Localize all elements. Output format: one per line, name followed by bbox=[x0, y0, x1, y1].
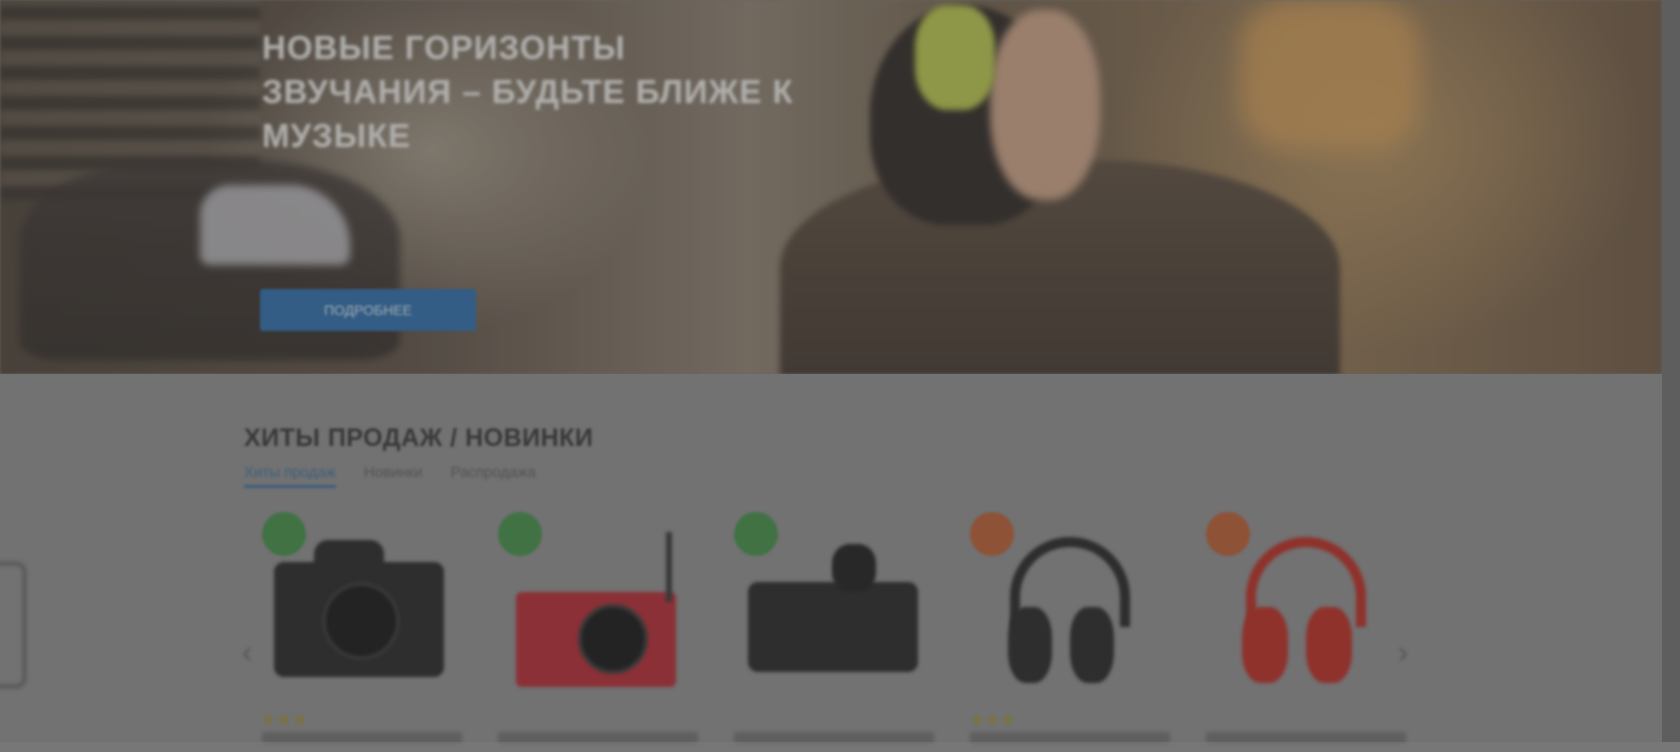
product-badge bbox=[1206, 512, 1250, 556]
product-name bbox=[734, 732, 934, 744]
page-scrollbar[interactable] bbox=[1662, 0, 1680, 742]
product-card[interactable] bbox=[1206, 512, 1416, 752]
hero-more-button[interactable]: ПОДРОБНЕЕ bbox=[260, 289, 476, 331]
product-card[interactable]: ★★★ bbox=[262, 512, 472, 752]
dslr-lens bbox=[322, 582, 400, 660]
product-name bbox=[498, 732, 698, 744]
product-rating: ★★★ bbox=[970, 712, 1017, 729]
chevron-left-icon: ‹ bbox=[242, 636, 252, 669]
dslr-camera-top bbox=[314, 540, 384, 570]
hero-person-face bbox=[990, 10, 1100, 200]
product-badge bbox=[970, 512, 1014, 556]
headphone-cup-right bbox=[1070, 607, 1114, 683]
hero-title: НОВЫЕ ГОРИЗОНТЫ ЗВУЧАНИЯ – БУДЬТЕ БЛИЖЕ … bbox=[262, 29, 794, 154]
product-rating: ★★★ bbox=[262, 712, 309, 729]
mirrorless-lens bbox=[832, 544, 876, 592]
tab-new[interactable]: Новинки bbox=[364, 464, 423, 488]
product-card[interactable] bbox=[498, 512, 708, 752]
products-section: ХИТЫ ПРОДАЖ / НОВИНКИ Хиты продаж Новинк… bbox=[0, 374, 1662, 744]
compact-camera-lens bbox=[578, 604, 648, 674]
product-badge bbox=[262, 512, 306, 556]
product-card[interactable]: ★★★ bbox=[970, 512, 1180, 752]
product-name bbox=[970, 732, 1170, 744]
product-badge bbox=[498, 512, 542, 556]
product-tabs: Хиты продаж Новинки Распродажа bbox=[244, 464, 536, 488]
product-card[interactable] bbox=[734, 512, 944, 752]
headphone-cup-right bbox=[1306, 607, 1352, 683]
side-product-peek bbox=[0, 562, 26, 688]
tab-sale[interactable]: Распродажа bbox=[451, 464, 536, 488]
headphone-cup-left bbox=[1242, 607, 1288, 683]
product-name bbox=[262, 732, 462, 744]
hero-background-lights bbox=[1240, 0, 1420, 150]
product-name bbox=[1206, 732, 1406, 744]
camera-strap bbox=[666, 532, 672, 602]
hero-headphones-image bbox=[915, 5, 995, 110]
mirrorless-camera-image bbox=[748, 582, 918, 672]
tab-bestsellers[interactable]: Хиты продаж bbox=[244, 464, 336, 488]
section-title: ХИТЫ ПРОДАЖ / НОВИНКИ bbox=[244, 424, 594, 452]
hero-banner[interactable] bbox=[0, 0, 1662, 374]
carousel-prev-arrow[interactable]: ‹ bbox=[242, 636, 252, 670]
product-badge bbox=[734, 512, 778, 556]
headphone-cup-left bbox=[1008, 607, 1052, 683]
